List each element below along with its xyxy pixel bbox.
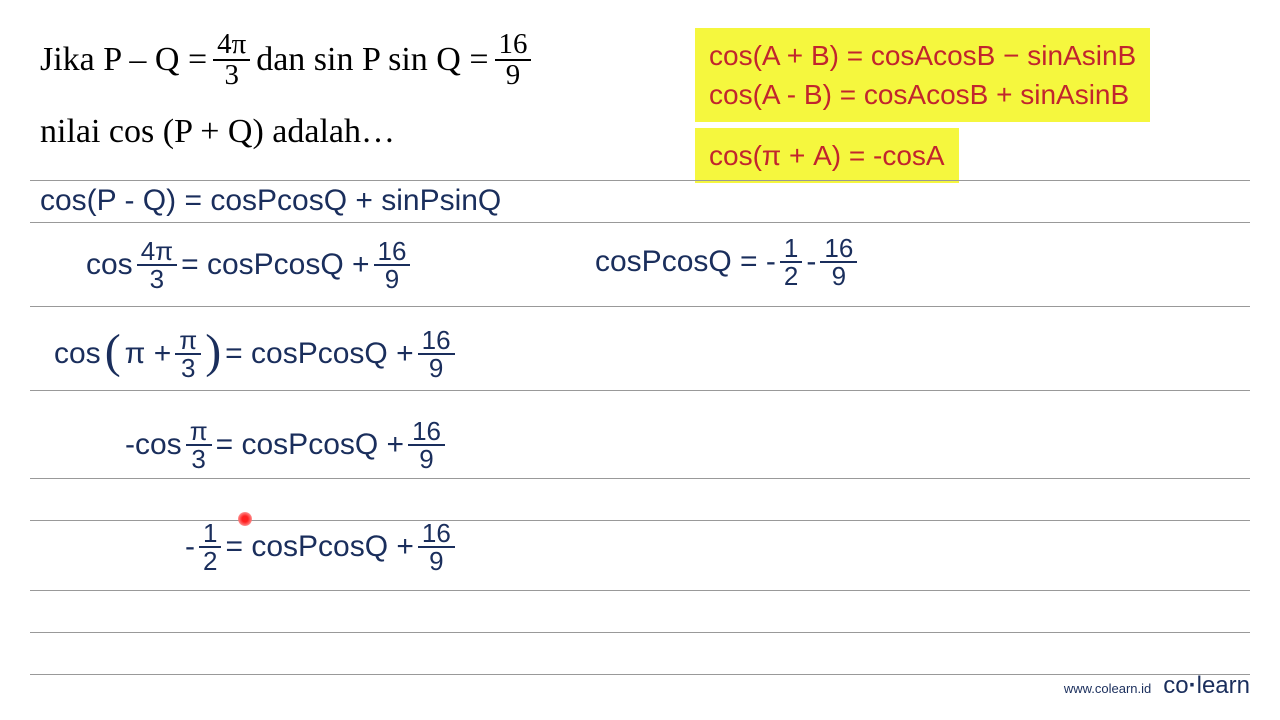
frac-16-9: 16 9 <box>408 418 445 472</box>
problem-frac1: 4π 3 <box>213 30 250 90</box>
footer-url: www.colearn.id <box>1064 681 1151 696</box>
laser-pointer-icon <box>238 512 252 526</box>
formula-diff: cos(A - B) = cosAcosB + sinAsinB <box>709 75 1136 114</box>
rule-line <box>30 180 1250 181</box>
formula-box-pi-shift: cos(π + A) = -cosA <box>695 128 959 183</box>
problem-prefix: Jika P – Q = <box>40 33 207 87</box>
footer: www.colearn.id co·learn <box>1064 672 1250 700</box>
problem-statement: Jika P – Q = 4π 3 dan sin P sin Q = 16 9… <box>40 30 531 159</box>
frac-16-9: 16 9 <box>374 238 411 292</box>
formula-pi-shift: cos(π + A) = -cosA <box>709 136 945 175</box>
problem-frac2: 16 9 <box>495 30 532 90</box>
rule-line <box>30 222 1250 223</box>
rule-line <box>30 590 1250 591</box>
rule-line <box>30 306 1250 307</box>
rule-line <box>30 390 1250 391</box>
frac-16-9: 16 9 <box>418 520 455 574</box>
problem-line2: nilai cos (P + Q) adalah… <box>40 105 531 159</box>
eq-apply-identity: -cos π 3 = cosPcosQ + 16 9 <box>125 418 445 472</box>
eq-evaluate-cos: - 1 2 = cosPcosQ + 16 9 <box>185 520 455 574</box>
frac-pi-3: π 3 <box>186 418 212 472</box>
footer-brand: co·learn <box>1163 672 1250 700</box>
frac-4pi-3: 4π 3 <box>137 238 177 292</box>
frac-16-9: 16 9 <box>820 235 857 289</box>
frac-1-2: 1 2 <box>780 235 802 289</box>
formula-sum: cos(A + B) = cosAcosB − sinAsinB <box>709 36 1136 75</box>
eq-rewrite-angle: cos ( π + π 3 ) = cosPcosQ + 16 9 <box>54 326 455 381</box>
frac-1-2: 1 2 <box>199 520 221 574</box>
problem-mid: dan sin P sin Q = <box>256 33 488 87</box>
paren-open: ( <box>105 324 121 379</box>
frac-pi-3: π 3 <box>175 327 201 381</box>
eq-cospcosq-result: cosPcosQ = - 1 2 - 16 9 <box>595 235 857 289</box>
formula-box-sum-diff: cos(A + B) = cosAcosB − sinAsinB cos(A -… <box>695 28 1150 122</box>
rule-line <box>30 632 1250 633</box>
paren-close: ) <box>205 324 221 379</box>
rule-line <box>30 478 1250 479</box>
frac-16-9: 16 9 <box>418 327 455 381</box>
eq-difference-identity: cos(P - Q) = cosPcosQ + sinPsinQ <box>40 184 501 218</box>
eq-substitute-pq: cos 4π 3 = cosPcosQ + 16 9 <box>86 238 410 292</box>
